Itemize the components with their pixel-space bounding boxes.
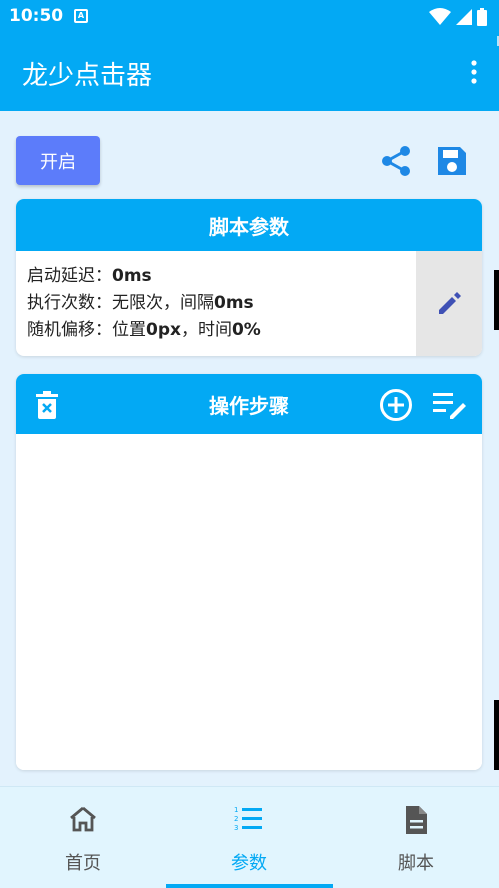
param-start-delay: 启动延迟：0ms: [27, 263, 261, 290]
params-card-title: 脚本参数: [16, 199, 482, 251]
steps-card-title: 操作步骤: [209, 393, 289, 418]
nav-item-params[interactable]: 1 2 3 参数: [166, 787, 332, 888]
params-body: 启动延迟：0ms 执行次数：无限次，间隔0ms 随机偏移：位置0px，时间0%: [16, 251, 482, 356]
document-icon: [406, 806, 427, 834]
signal-icon: [456, 9, 472, 25]
operation-steps-card: 操作步骤: [16, 374, 482, 770]
steps-list[interactable]: [16, 434, 482, 770]
svg-text:2: 2: [234, 815, 238, 823]
param-value: 0px: [146, 320, 181, 340]
steps-card-header: 操作步骤: [16, 374, 482, 434]
save-icon[interactable]: [435, 144, 469, 178]
edit-pencil-icon: [439, 291, 461, 314]
home-icon: [70, 806, 96, 832]
delete-icon[interactable]: [35, 391, 59, 419]
more-vert-icon[interactable]: [471, 59, 477, 85]
nav-label-params: 参数: [231, 853, 267, 874]
svg-text:3: 3: [234, 824, 238, 832]
param-value: 0%: [231, 320, 261, 340]
svg-text:1: 1: [234, 806, 238, 814]
right-edge-mark: [494, 270, 499, 330]
app-title: 龙少点击器: [22, 61, 153, 91]
param-random-offset: 随机偏移：位置0px，时间0%: [27, 317, 261, 344]
script-params-card: 脚本参数 启动延迟：0ms 执行次数：无限次，间隔0ms 随机偏移：位置0px，…: [16, 199, 482, 356]
param-label: 启动延迟：: [27, 266, 112, 286]
notification-icon: A: [74, 9, 88, 23]
start-button[interactable]: 开启: [16, 136, 100, 185]
nav-label-script: 脚本: [398, 853, 434, 874]
right-edge-mark: [494, 700, 499, 770]
bottom-navigation: 首页 1 2 3 参数 脚本: [0, 786, 499, 888]
share-icon[interactable]: [380, 145, 412, 177]
battery-icon: [477, 8, 487, 26]
nav-item-script[interactable]: 脚本: [333, 787, 499, 888]
wifi-icon: [429, 8, 451, 25]
status-time: 10:50: [9, 6, 64, 26]
active-tab-indicator: [166, 884, 333, 888]
params-lines: 启动延迟：0ms 执行次数：无限次，间隔0ms 随机偏移：位置0px，时间0%: [27, 263, 261, 344]
param-exec-count: 执行次数：无限次，间隔0ms: [27, 290, 261, 317]
nav-label-home: 首页: [65, 853, 101, 874]
edit-params-button[interactable]: [416, 251, 482, 356]
param-label: ，时间: [180, 320, 232, 340]
param-label: 执行次数：无限次，间隔: [27, 293, 214, 313]
list-numbered-icon: 1 2 3: [234, 806, 262, 832]
add-circle-icon[interactable]: [379, 388, 413, 422]
param-value: 0ms: [214, 293, 254, 313]
system-icons: [429, 8, 487, 26]
param-label: 随机偏移：位置: [27, 320, 146, 340]
list-edit-icon[interactable]: [433, 390, 469, 420]
param-value: 0ms: [112, 266, 152, 286]
app-bar: 龙少点击器: [0, 33, 499, 111]
status-bar: 10:50 A: [0, 0, 499, 33]
nav-item-home[interactable]: 首页: [0, 787, 166, 888]
